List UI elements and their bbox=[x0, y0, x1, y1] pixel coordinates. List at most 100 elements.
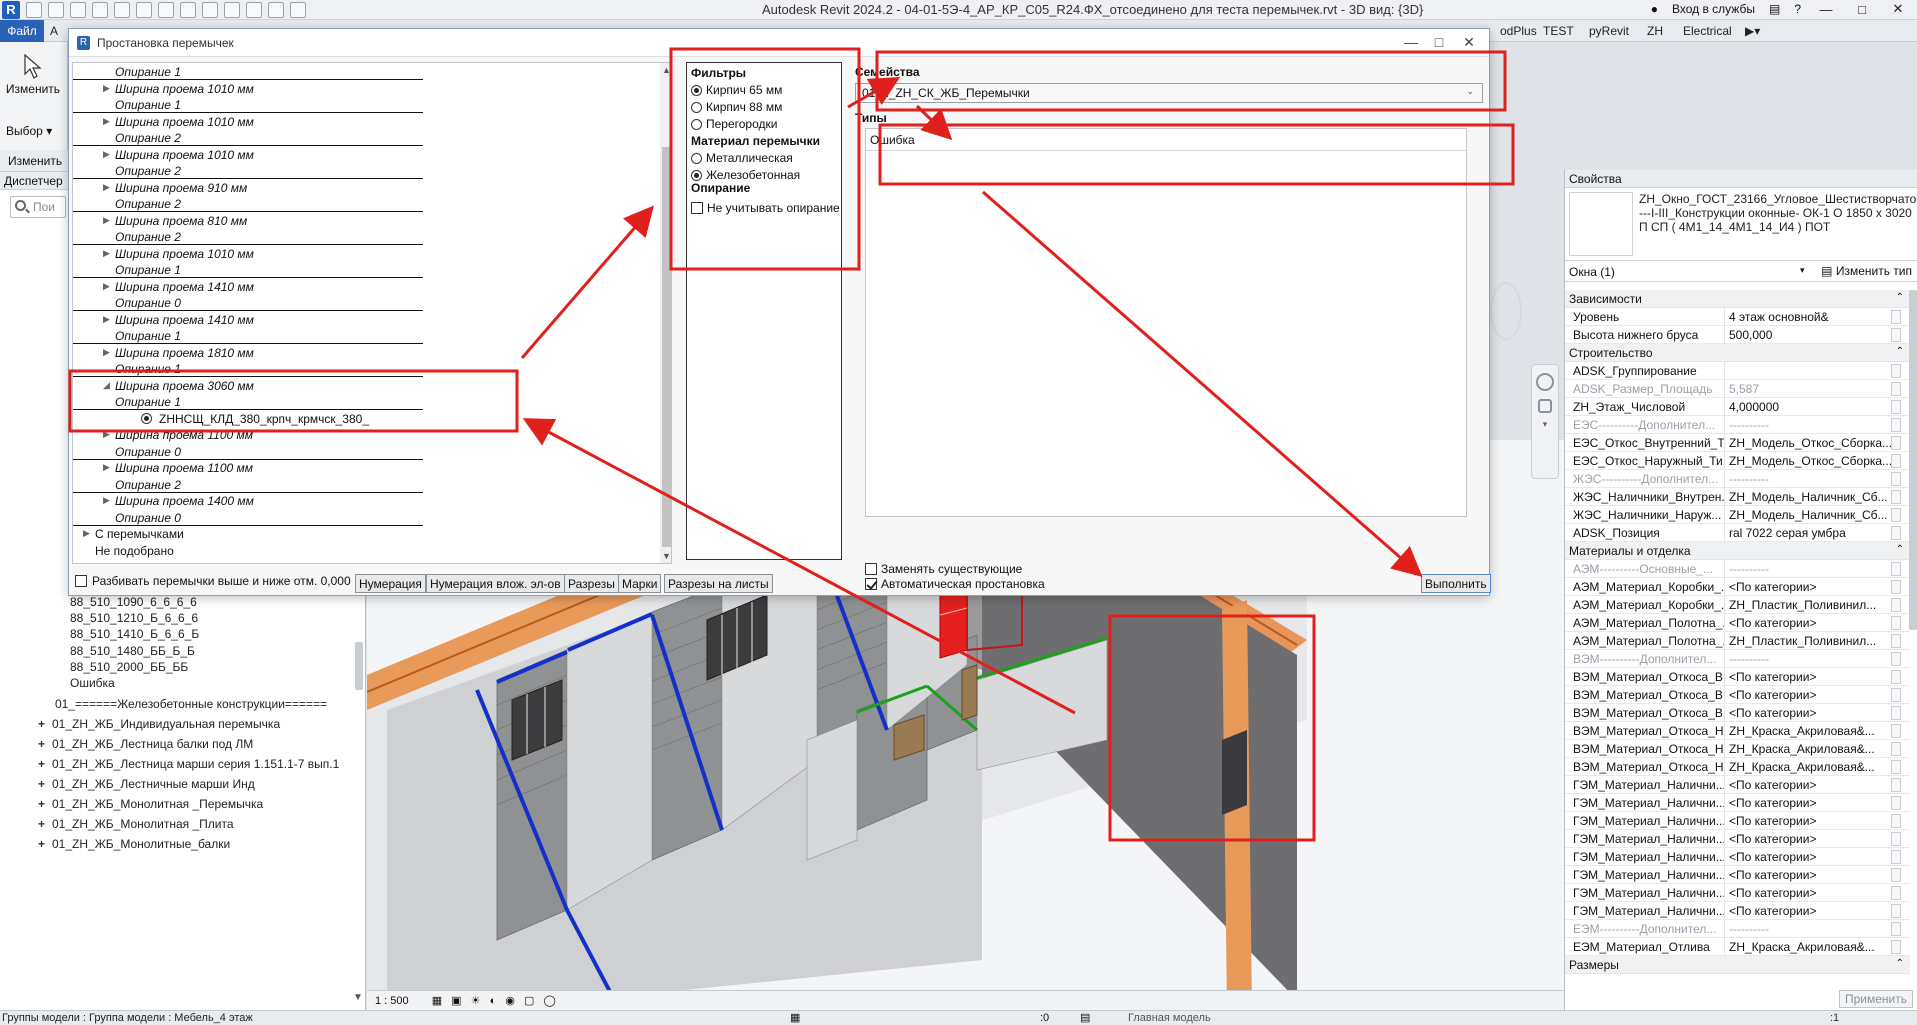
sun-path-icon[interactable]: ☀ bbox=[471, 995, 481, 1007]
property-row[interactable]: ADSK_Группирование bbox=[1565, 362, 1910, 380]
property-value[interactable]: ZH_Краска_Акриловая&... bbox=[1725, 722, 1891, 739]
tree-expand-icon[interactable]: ▶ bbox=[103, 462, 110, 473]
tree-item-support[interactable]: Опирание 2 bbox=[73, 477, 423, 493]
property-row[interactable]: АЭМ_Материал_Коробки_... ZH_Пластик_Полив… bbox=[1565, 596, 1910, 614]
project-browser-family[interactable]: +01_ZH_ЖБ_Индивидуальная перемычка bbox=[38, 717, 280, 731]
property-association-button[interactable] bbox=[1891, 454, 1901, 468]
section-icon[interactable] bbox=[246, 2, 262, 18]
sync-icon[interactable] bbox=[70, 2, 86, 18]
filter-brick-65[interactable]: Кирпич 65 мм bbox=[691, 83, 782, 97]
tree-item-support[interactable]: Опирание 1 bbox=[73, 361, 423, 377]
tree-expand-icon[interactable]: ▶ bbox=[103, 248, 110, 259]
ribbon-options-icon[interactable]: ▶▾ bbox=[1745, 24, 1760, 38]
undo-icon[interactable] bbox=[92, 2, 108, 18]
tab-a[interactable]: А bbox=[50, 24, 58, 38]
viewcube[interactable] bbox=[1490, 282, 1522, 340]
scale-label[interactable]: 1 : 500 bbox=[375, 995, 409, 1007]
property-association-button[interactable] bbox=[1891, 310, 1901, 324]
property-value[interactable]: <По категории> bbox=[1725, 668, 1891, 685]
tree-expand-icon[interactable]: ▶ bbox=[103, 314, 110, 325]
property-row[interactable]: ЖЭС_Наличники_Наруж... ZH_Модель_Наличник… bbox=[1565, 506, 1910, 524]
close-icon[interactable]: ✕ bbox=[1887, 1, 1909, 17]
property-value[interactable]: 500,000 bbox=[1725, 326, 1891, 343]
project-browser-item[interactable]: 88_510_1210_Б_6_6_6 bbox=[70, 611, 198, 625]
project-browser-family[interactable]: +01_ZH_ЖБ_Лестничные марши Инд bbox=[38, 777, 255, 791]
tree-item-opening-width[interactable]: ▶ Ширина проема 1010 мм bbox=[73, 81, 663, 97]
property-value[interactable]: ZH_Краска_Акриловая&... bbox=[1725, 938, 1891, 955]
property-value[interactable]: ZH_Модель_Наличник_Сб... bbox=[1725, 488, 1891, 505]
property-value[interactable]: <По категории> bbox=[1725, 614, 1891, 631]
property-value[interactable]: ZH_Краска_Акриловая&... bbox=[1725, 740, 1891, 757]
type-selector[interactable]: ZH_Окно_ГОСТ_23166_Угловое_Шестистворчат… bbox=[1639, 192, 1917, 234]
tree-item-opening-width[interactable]: ▶ Ширина проема 1010 мм bbox=[73, 147, 663, 163]
property-association-button[interactable] bbox=[1891, 328, 1901, 342]
project-browser-family[interactable]: +01_ZH_ЖБ_Монолитная _Перемычка bbox=[38, 797, 263, 811]
property-association-button[interactable] bbox=[1891, 562, 1901, 576]
tree-item-support[interactable]: Опирание 1 bbox=[73, 262, 423, 278]
property-row[interactable]: АЭМ_Материал_Полотна_... ZH_Пластик_Полив… bbox=[1565, 632, 1910, 650]
property-group[interactable]: Размеры ⌃ bbox=[1565, 956, 1910, 974]
crop-view-icon[interactable]: ▢ bbox=[524, 995, 534, 1007]
tree-item-support[interactable]: Опирание 2 bbox=[73, 229, 423, 245]
print-icon[interactable] bbox=[136, 2, 152, 18]
numbering-button[interactable]: Нумерация bbox=[355, 574, 426, 593]
property-association-button[interactable] bbox=[1891, 670, 1901, 684]
active-model-label[interactable]: Главная модель bbox=[1128, 1012, 1211, 1024]
design-options-icon[interactable]: ▤ bbox=[1080, 1011, 1090, 1024]
scroll-down-icon[interactable]: ▼ bbox=[662, 551, 671, 561]
property-row[interactable]: ГЭМ_Материал_Налични... <По категории> bbox=[1565, 794, 1910, 812]
property-row[interactable]: ВЭМ_Материал_Откоса_Н... ZH_Краска_Акрило… bbox=[1565, 758, 1910, 776]
property-association-button[interactable] bbox=[1891, 526, 1901, 540]
scroll-up-icon[interactable]: ▲ bbox=[662, 65, 671, 75]
project-browser-family[interactable]: +01_ZH_ЖБ_Лестница балки под ЛМ bbox=[38, 737, 253, 751]
tree-expand-icon[interactable]: ▶ bbox=[103, 149, 110, 160]
project-browser-item[interactable]: 88_510_1090_6_6_6_6 bbox=[70, 595, 197, 609]
tree-item-opening-width[interactable]: ▶ Ширина проема 1100 мм bbox=[73, 427, 663, 443]
tab-file[interactable]: Файл bbox=[0, 20, 44, 42]
property-row[interactable]: ВЭМ_Материал_Откоса_В... <По категории> bbox=[1565, 668, 1910, 686]
property-group[interactable]: Материалы и отделка ⌃ bbox=[1565, 542, 1910, 560]
tree-root-unmatched[interactable]: Не подобрано bbox=[73, 543, 663, 559]
property-association-button[interactable] bbox=[1891, 922, 1901, 936]
property-value[interactable]: <По категории> bbox=[1725, 812, 1891, 829]
types-list[interactable]: Ошибка bbox=[865, 128, 1467, 517]
property-association-button[interactable] bbox=[1891, 778, 1901, 792]
cart-icon[interactable]: ▤ bbox=[1769, 2, 1780, 16]
tree-item-support[interactable]: Опирание 1 bbox=[73, 64, 423, 80]
property-row[interactable]: ВЭМ_Материал_Откоса_Н... ZH_Краска_Акрило… bbox=[1565, 722, 1910, 740]
minimize-icon[interactable]: — bbox=[1815, 2, 1837, 17]
property-association-button[interactable] bbox=[1891, 364, 1901, 378]
project-browser-family[interactable]: +01_ZH_ЖБ_Монолитная _Плита bbox=[38, 817, 234, 831]
property-row[interactable]: ВЭМ_Материал_Откоса_Н... ZH_Краска_Акрило… bbox=[1565, 740, 1910, 758]
tree-item-opening-width[interactable]: ▶ Ширина проема 810 мм bbox=[73, 213, 663, 229]
tree-item-support[interactable]: Опирание 0 bbox=[73, 444, 423, 460]
visual-style-icon[interactable]: ▣ bbox=[451, 995, 461, 1007]
tree-item-support[interactable]: Опирание 1 bbox=[73, 328, 423, 344]
property-value[interactable]: <По категории> bbox=[1725, 578, 1891, 595]
project-browser-family[interactable]: +01_ZH_ЖБ_Монолитные_балки bbox=[38, 837, 230, 851]
collapse-icon[interactable]: ⌃ bbox=[1896, 958, 1904, 969]
property-association-button[interactable] bbox=[1891, 652, 1901, 666]
property-association-button[interactable] bbox=[1891, 760, 1901, 774]
property-association-button[interactable] bbox=[1891, 436, 1901, 450]
text-icon[interactable] bbox=[202, 2, 218, 18]
help-button[interactable]: ? bbox=[1794, 2, 1801, 16]
project-browser-item[interactable]: Ошибка bbox=[70, 676, 115, 690]
ignore-support-checkbox[interactable]: Не учитывать опирание bbox=[691, 201, 840, 215]
tree-item-support[interactable]: Опирание 0 bbox=[73, 510, 423, 526]
project-browser-item[interactable]: 88_510_1410_Б_6_6_Б bbox=[70, 627, 199, 641]
tree-expand-icon[interactable]: ▶ bbox=[103, 215, 110, 226]
property-value[interactable]: <По категории> bbox=[1725, 848, 1891, 865]
property-row[interactable]: ЖЭС_Наличники_Внутрен... ZH_Модель_Наличн… bbox=[1565, 488, 1910, 506]
save-icon[interactable] bbox=[48, 2, 64, 18]
property-value[interactable]: <По категории> bbox=[1725, 776, 1891, 793]
tree-expand-icon[interactable]: ▶ bbox=[103, 495, 110, 506]
property-value[interactable]: 5,587 bbox=[1725, 380, 1891, 397]
close-hidden-icon[interactable] bbox=[268, 2, 284, 18]
property-association-button[interactable] bbox=[1891, 886, 1901, 900]
maximize-icon[interactable]: □ bbox=[1851, 2, 1873, 17]
project-browser-item[interactable]: 88_510_2000_ББ_ББ bbox=[70, 660, 188, 674]
property-row[interactable]: ГЭМ_Материал_Налични... <По категории> bbox=[1565, 776, 1910, 794]
tree-expand-icon[interactable]: ▶ bbox=[103, 429, 110, 440]
property-row[interactable]: ГЭМ_Материал_Налични... <По категории> bbox=[1565, 830, 1910, 848]
